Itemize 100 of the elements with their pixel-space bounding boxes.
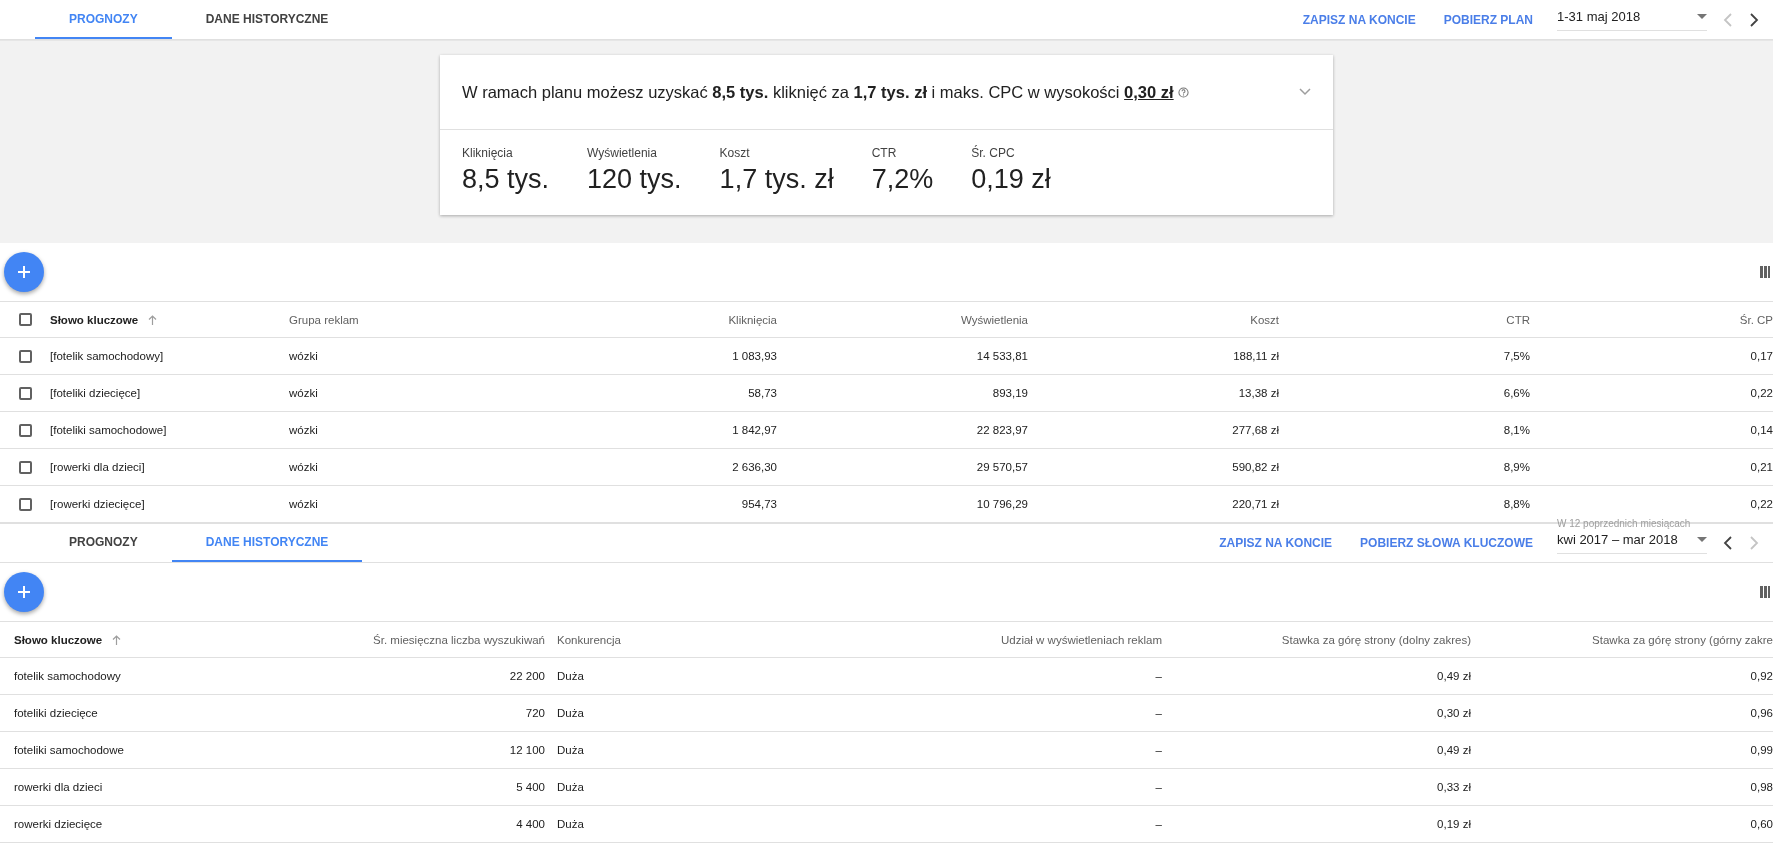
column-header[interactable]: Koszt bbox=[1250, 313, 1279, 326]
table-cell: 8,8% bbox=[1503, 498, 1530, 510]
metric-value: 8,5 tys. bbox=[462, 164, 550, 195]
add-button[interactable] bbox=[4, 252, 44, 292]
tab[interactable]: PROGNOZY bbox=[35, 524, 172, 562]
table-cell: wózki bbox=[289, 350, 318, 362]
column-header[interactable]: Konkurencja bbox=[557, 633, 621, 646]
table-cell: 29 570,57 bbox=[976, 461, 1028, 473]
table-cell: 1 842,97 bbox=[732, 424, 777, 436]
table-cell: 0,30 zł bbox=[1437, 707, 1471, 719]
column-header[interactable]: Stawka za górę strony (górny zakre bbox=[1592, 633, 1773, 646]
row-checkbox[interactable] bbox=[18, 423, 32, 437]
date-range-dropdown[interactable]: 1-31 maj 2018 bbox=[1557, 7, 1707, 31]
row-checkbox[interactable] bbox=[18, 349, 32, 363]
metric-value: 7,2% bbox=[871, 164, 934, 195]
table-cell: 22 200 bbox=[509, 670, 545, 682]
caret-icon bbox=[1697, 14, 1707, 19]
table-cell: – bbox=[1155, 818, 1162, 830]
column-header[interactable]: Stawka za górę strony (dolny zakres) bbox=[1281, 633, 1471, 646]
action-link[interactable]: POBIERZ SŁOWA KLUCZOWE bbox=[1356, 536, 1537, 550]
column-header[interactable]: Kliknięcia bbox=[728, 313, 777, 326]
table-cell: Duża bbox=[557, 818, 584, 830]
table-cell: [foteliki samochodowe] bbox=[50, 424, 167, 436]
table-cell: [rowerki dziecięce] bbox=[50, 498, 145, 510]
table-cell: 4 400 bbox=[516, 818, 545, 830]
table-cell: 0,49 zł bbox=[1437, 670, 1471, 682]
table-cell: Duża bbox=[557, 707, 584, 719]
table-cell: 0,14 bbox=[1750, 424, 1773, 436]
metric-label: Wyświetlenia bbox=[587, 146, 658, 160]
column-header[interactable]: Słowo kluczowe bbox=[50, 313, 139, 326]
table-cell: rowerki dziecięce bbox=[14, 818, 103, 830]
column-header[interactable]: Słowo kluczowe bbox=[14, 633, 103, 646]
sort-arrow-icon[interactable] bbox=[148, 314, 158, 325]
tab[interactable]: DANE HISTORYCZNE bbox=[171, 0, 363, 39]
chevron-left-icon[interactable] bbox=[1723, 536, 1733, 550]
row-checkbox[interactable] bbox=[18, 386, 32, 400]
table-cell: foteliki dziecięce bbox=[14, 707, 98, 719]
column-header[interactable]: Śr. miesięczna liczba wyszukiwań bbox=[373, 633, 545, 646]
table-cell: 0,92 bbox=[1750, 670, 1773, 682]
column-header[interactable]: Udział w wyświetleniach reklam bbox=[1000, 633, 1162, 646]
table-cell: rowerki dla dzieci bbox=[14, 781, 103, 793]
table-cell: 7,5% bbox=[1503, 350, 1530, 362]
table-cell: 893,19 bbox=[992, 387, 1028, 399]
plan-summary-text: W ramach planu możesz uzyskać 8,5 tys. kliknięć za 1,7 tys. zł i maks. CPC w wysokości 0,30 zł bbox=[462, 82, 1190, 102]
table-cell: 0,33 zł bbox=[1437, 781, 1471, 793]
max-cpc-link[interactable]: 0,30 zł bbox=[1124, 82, 1174, 101]
metric-label: CTR bbox=[871, 146, 898, 160]
table-cell: Duża bbox=[557, 781, 584, 793]
action-link[interactable]: POBIERZ PLAN bbox=[1439, 12, 1537, 27]
caret-icon bbox=[1697, 537, 1707, 542]
help-icon[interactable] bbox=[1178, 86, 1190, 98]
table-cell: wózki bbox=[289, 461, 318, 473]
table-cell: 188,11 zł bbox=[1233, 350, 1279, 362]
table-cell: 954,73 bbox=[741, 498, 777, 510]
metric-value: 120 tys. bbox=[587, 164, 682, 195]
table-cell: 0,22 bbox=[1750, 498, 1773, 510]
select-all-checkbox[interactable] bbox=[18, 313, 32, 326]
expand-chevron-icon[interactable] bbox=[1299, 88, 1311, 96]
table-cell: 0,21 bbox=[1750, 461, 1773, 473]
chevron-right-icon[interactable] bbox=[1749, 12, 1759, 27]
table-cell: 0,96 bbox=[1750, 707, 1773, 719]
table-cell: 58,73 bbox=[748, 387, 777, 399]
table-cell: 0,17 bbox=[1750, 350, 1773, 362]
table-cell: 0,49 zł bbox=[1437, 744, 1471, 756]
table-cell: 2 636,30 bbox=[732, 461, 777, 473]
table-cell: 6,6% bbox=[1503, 387, 1530, 399]
table-cell: 220,71 zł bbox=[1232, 498, 1279, 510]
table-cell: [rowerki dla dzieci] bbox=[50, 461, 145, 473]
plus-icon bbox=[16, 584, 32, 600]
action-link[interactable]: ZAPISZ NA KONCIE bbox=[1215, 536, 1337, 550]
metric-label: Kliknięcia bbox=[462, 146, 514, 160]
table-cell: 1 083,93 bbox=[732, 350, 777, 362]
table-cell: 590,82 zł bbox=[1232, 461, 1279, 473]
action-link[interactable]: ZAPISZ NA KONCIE bbox=[1298, 12, 1420, 27]
column-header[interactable]: Śr. CP bbox=[1739, 313, 1773, 326]
table-cell: – bbox=[1155, 670, 1162, 682]
table-cell: [foteliki dziecięce] bbox=[50, 387, 141, 399]
plus-icon bbox=[16, 264, 32, 280]
row-checkbox[interactable] bbox=[18, 497, 32, 511]
table-cell: – bbox=[1155, 781, 1162, 793]
row-checkbox[interactable] bbox=[18, 460, 32, 474]
table-cell: wózki bbox=[289, 498, 318, 510]
column-header[interactable]: Grupa reklam bbox=[289, 313, 359, 326]
add-button[interactable] bbox=[4, 572, 44, 612]
column-header[interactable]: Wyświetlenia bbox=[961, 313, 1028, 326]
sort-arrow-icon[interactable] bbox=[112, 634, 122, 645]
tab[interactable]: DANE HISTORYCZNE bbox=[171, 524, 363, 562]
table-cell: fotelik samochodowy bbox=[14, 670, 121, 682]
table-cell: wózki bbox=[289, 424, 318, 436]
columns-icon[interactable] bbox=[1760, 266, 1770, 278]
date-range-dropdown[interactable]: kwi 2017 – mar 2018 bbox=[1557, 530, 1707, 554]
table-cell: 5 400 bbox=[516, 781, 545, 793]
table-cell: 0,22 bbox=[1750, 387, 1773, 399]
table-cell: Duża bbox=[557, 670, 584, 682]
date-range-label: W 12 poprzednich miesiącach bbox=[1557, 517, 1691, 530]
metric-label: Śr. CPC bbox=[971, 146, 1016, 160]
table-cell: 0,19 zł bbox=[1437, 818, 1471, 830]
column-header[interactable]: CTR bbox=[1506, 313, 1530, 326]
metric-label: Koszt bbox=[719, 146, 751, 160]
columns-icon[interactable] bbox=[1760, 586, 1770, 598]
